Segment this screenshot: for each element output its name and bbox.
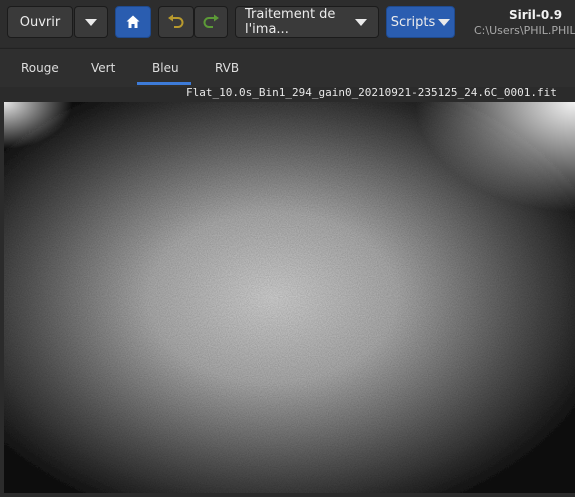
tab-blue[interactable]: Bleu xyxy=(152,61,179,75)
home-icon xyxy=(126,15,140,28)
app-title: Siril-0.9 xyxy=(509,8,563,22)
tab-red[interactable]: Rouge xyxy=(21,61,59,75)
chevron-down-icon xyxy=(438,19,451,26)
open-button[interactable]: Ouvrir xyxy=(7,6,73,38)
scripts-label: Scripts xyxy=(390,14,436,30)
open-menu-button[interactable] xyxy=(74,6,108,38)
image-viewer[interactable] xyxy=(4,102,575,493)
undo-icon xyxy=(168,14,184,28)
home-button[interactable] xyxy=(115,6,151,38)
tab-green[interactable]: Vert xyxy=(91,61,115,75)
undo-button[interactable] xyxy=(158,6,194,38)
header-bar: Ouvrir Traitement de l'ima... Scripts Si… xyxy=(0,0,575,47)
open-button-label: Ouvrir xyxy=(19,14,61,30)
channel-tabs: Rouge Vert Bleu RVB xyxy=(0,48,575,87)
scripts-menu-button[interactable]: Scripts xyxy=(386,6,455,38)
image-processing-menu-button[interactable]: Traitement de l'ima... xyxy=(235,6,379,38)
redo-button[interactable] xyxy=(194,6,228,38)
image-filename: Flat_10.0s_Bin1_294_gain0_20210921-23512… xyxy=(186,86,557,99)
chevron-down-icon xyxy=(355,19,367,26)
chevron-down-icon xyxy=(85,18,97,26)
working-directory: C:\Users\PHIL.PHIL xyxy=(474,24,575,37)
flat-frame-image xyxy=(4,102,575,493)
tab-rgb[interactable]: RVB xyxy=(215,61,239,75)
active-tab-indicator xyxy=(137,82,191,85)
redo-icon xyxy=(203,14,219,28)
